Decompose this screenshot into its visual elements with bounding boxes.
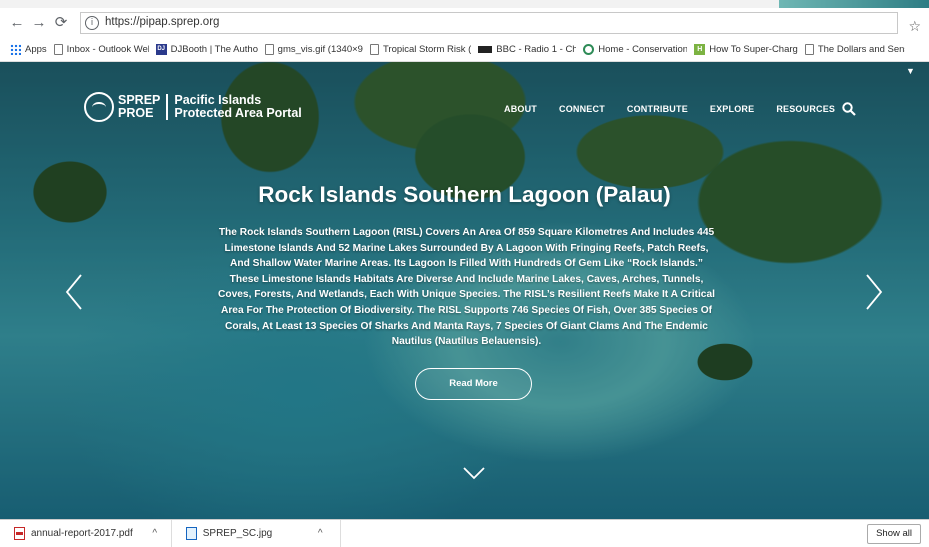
chevron-down-icon[interactable]: ▼ xyxy=(906,66,915,76)
address-bar: ← → ⟳ i https://pipap.sprep.org ☆ xyxy=(0,8,929,38)
bookmark-super-charge[interactable]: H How To Super-Charg xyxy=(694,44,798,55)
nav-explore[interactable]: EXPLORE xyxy=(710,104,754,114)
download-item[interactable]: SPREP_SC.jpg ^ xyxy=(172,519,342,547)
nav-resources[interactable]: RESOURCES xyxy=(776,104,835,114)
url-input[interactable]: i https://pipap.sprep.org xyxy=(80,12,898,34)
bookmark-dollars-sense[interactable]: The Dollars and Sens xyxy=(804,44,905,55)
nav-about[interactable]: ABOUT xyxy=(504,104,537,114)
hubspot-icon: H xyxy=(694,44,706,55)
bookmark-djbooth[interactable]: DJ DJBooth | The Autho xyxy=(155,44,258,55)
page-icon xyxy=(53,44,63,55)
bookmark-tropical-storm[interactable]: Tropical Storm Risk ( xyxy=(369,44,471,55)
downloads-bar: annual-report-2017.pdf ^ SPREP_SC.jpg ^ … xyxy=(0,519,929,547)
chevron-up-icon[interactable]: ^ xyxy=(149,528,161,539)
window-top-strip xyxy=(0,0,929,8)
main-navigation: ABOUT CONNECT CONTRIBUTE EXPLORE RESOURC… xyxy=(504,104,835,114)
conservation-icon xyxy=(583,44,595,55)
download-item[interactable]: annual-report-2017.pdf ^ xyxy=(0,519,172,547)
bookmark-gms-vis[interactable]: gms_vis.gif (1340×9 xyxy=(264,44,363,55)
reload-icon[interactable]: ⟳ xyxy=(52,14,70,32)
page-icon xyxy=(369,44,379,55)
nav-connect[interactable]: CONNECT xyxy=(559,104,605,114)
logo-abbreviation: SPREP PROE xyxy=(118,94,169,120)
bbc-icon xyxy=(478,46,493,53)
hero-title: Rock Islands Southern Lagoon (Palau) xyxy=(258,182,671,207)
logo-site-name: Pacific Islands Protected Area Portal xyxy=(174,93,302,120)
hero-section: ▼ SPREP PROE Pacific Islands Protected A… xyxy=(0,62,929,519)
image-file-icon xyxy=(185,526,197,540)
window-corner-thumbnail xyxy=(779,0,929,8)
page-icon xyxy=(264,44,274,55)
sprep-emblem-icon xyxy=(84,92,114,122)
apps-grid-icon xyxy=(10,44,21,55)
bookmark-outlook[interactable]: Inbox - Outlook Web xyxy=(53,44,149,55)
search-icon[interactable] xyxy=(842,102,856,116)
forward-arrow-icon[interactable]: → xyxy=(30,14,48,32)
site-logo[interactable]: SPREP PROE Pacific Islands Protected Are… xyxy=(84,92,302,122)
chevron-left-icon[interactable] xyxy=(64,272,84,312)
url-text: https://pipap.sprep.org xyxy=(105,16,220,28)
pdf-file-icon xyxy=(14,526,25,540)
djbooth-icon: DJ xyxy=(155,44,167,55)
bookmarks-bar: Apps Inbox - Outlook Web DJ DJBooth | The… xyxy=(0,38,929,62)
show-all-button[interactable]: Show all xyxy=(867,524,921,544)
bookmark-bbc-radio[interactable]: BBC - Radio 1 - Char xyxy=(478,44,576,55)
chevron-right-icon[interactable] xyxy=(864,272,884,312)
bookmark-conservation[interactable]: Home - Conservation xyxy=(583,44,687,55)
nav-contribute[interactable]: CONTRIBUTE xyxy=(627,104,688,114)
bookmark-star-icon[interactable]: ☆ xyxy=(908,18,921,35)
hero-description: The Rock Islands Southern Lagoon (RISL) … xyxy=(218,227,715,348)
page-icon xyxy=(804,44,814,55)
info-icon[interactable]: i xyxy=(85,16,99,30)
bookmark-apps[interactable]: Apps xyxy=(10,44,47,55)
chevron-up-icon[interactable]: ^ xyxy=(314,528,326,539)
read-more-button[interactable]: Read More xyxy=(415,368,532,400)
scroll-down-chevron-icon[interactable] xyxy=(462,466,486,480)
back-arrow-icon[interactable]: ← xyxy=(8,14,26,32)
